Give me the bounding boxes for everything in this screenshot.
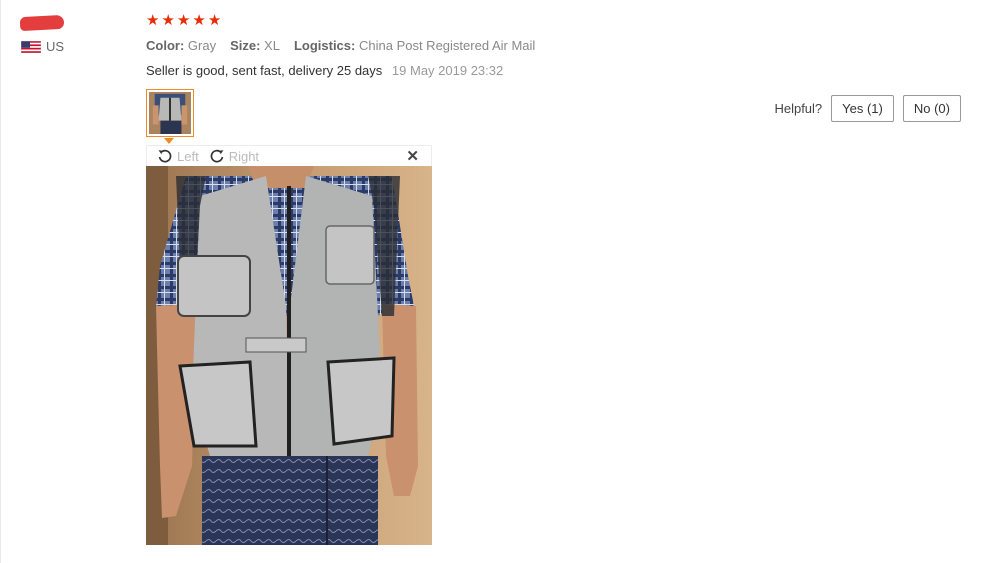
reviewer-country: US: [21, 39, 64, 54]
viewer-toolbar: Left Right ✕: [146, 145, 432, 166]
rotate-left-button[interactable]: Left: [157, 148, 199, 164]
attribute-key: Logistics:: [293, 38, 356, 53]
photo-viewer: Left Right ✕: [146, 145, 432, 545]
rotate-right-label: Right: [228, 148, 260, 164]
helpful-label: Helpful?: [774, 101, 823, 116]
rotate-right-button[interactable]: Right: [209, 148, 259, 164]
helpful-section: Helpful? Yes (1) No (0): [774, 95, 961, 122]
attribute-item: Logistics: China Post Registered Air Mai…: [294, 38, 535, 53]
us-flag-icon: [21, 40, 41, 53]
attribute-item: Color: Gray: [146, 38, 216, 53]
review-text: Seller is good, sent fast, delivery 25 d…: [146, 63, 383, 78]
rotate-left-icon: [158, 149, 172, 163]
rotate-left-label: Left: [177, 148, 199, 164]
star-icon: ★: [192, 12, 206, 29]
review-attributes: Color: Gray Size: XL Logistics: China Post…: [146, 38, 535, 53]
star-icon: ★: [176, 12, 191, 29]
attribute-key: Color:: [146, 38, 185, 53]
rotate-right-icon: [210, 149, 224, 163]
thumbnail-pointer: [164, 138, 174, 144]
review-photo-thumbnail[interactable]: [146, 89, 194, 137]
review-body: Seller is good, sent fast, delivery 25 d…: [146, 63, 503, 78]
attribute-value: XL: [264, 38, 280, 53]
helpful-yes-button[interactable]: Yes (1): [831, 95, 894, 122]
attribute-key: Size:: [230, 38, 261, 53]
helpful-no-button[interactable]: No (0): [902, 95, 961, 122]
country-code: US: [46, 39, 65, 54]
attribute-value: Gray: [187, 38, 217, 53]
review-photo: [146, 166, 432, 545]
star-rating: ★ ★ ★ ★ ★: [146, 13, 221, 29]
page-left-border: [0, 0, 1, 563]
attribute-value: China Post Registered Air Mail: [358, 38, 536, 53]
review-date: 19 May 2019 23:32: [391, 63, 504, 78]
redacted-username: [19, 14, 65, 32]
close-icon[interactable]: ✕: [406, 147, 419, 165]
star-icon: ★: [207, 12, 222, 29]
attribute-item: Size: XL: [230, 38, 280, 53]
star-icon: ★: [161, 12, 175, 29]
thumbnail-image: [149, 92, 191, 134]
star-icon: ★: [146, 12, 160, 29]
